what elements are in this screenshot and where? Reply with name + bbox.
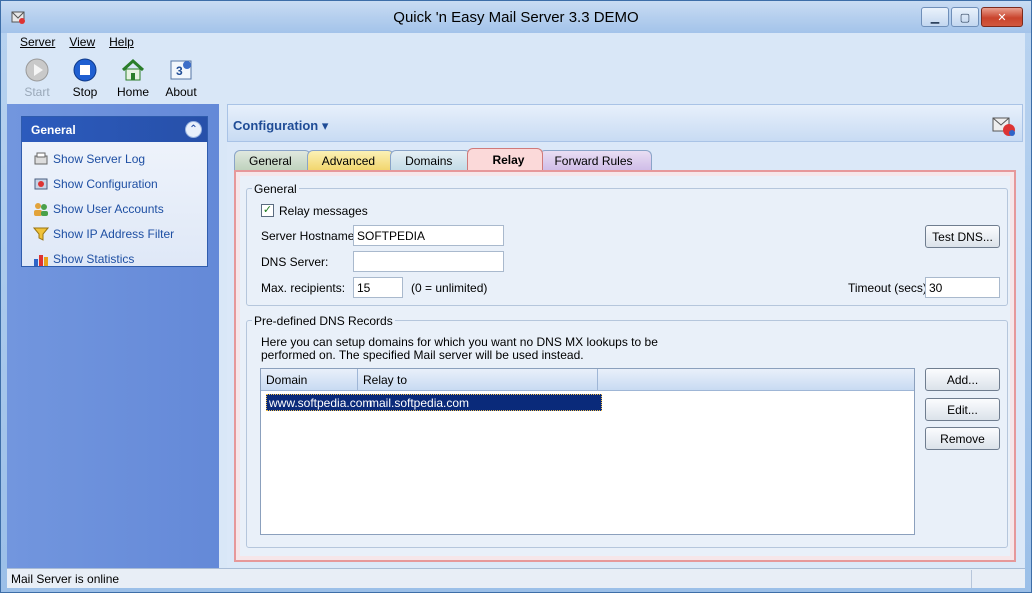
dns-records-group: Pre-defined DNS Records Here you can set… [246,314,1008,548]
window-title: Quick 'n Easy Mail Server 3.3 DEMO [393,9,639,26]
tab-domains[interactable]: Domains [390,150,472,170]
timeout-label: Timeout (secs): [848,281,931,295]
remove-button[interactable]: Remove [925,427,1000,450]
configuration-icon [34,178,48,189]
add-button[interactable]: Add... [925,368,1000,391]
about-icon: 3 [170,60,192,80]
relay-messages-label[interactable]: Relay messages [279,204,368,218]
tab-strip: General Advanced Domains Relay Forward R… [234,148,652,170]
title-bar[interactable]: Quick 'n Easy Mail Server 3.3 DEMO ▁ ▢ ✕ [1,1,1031,33]
general-panel-header[interactable]: General ⌃ [22,117,207,142]
menu-help[interactable]: Help [103,33,142,51]
stop-icon [73,58,97,82]
max-recipients-hint: (0 = unlimited) [411,281,488,295]
general-group: General ✓ Relay messages Server Hostname… [246,182,1008,306]
dns-description-line2: performed on. The specified Mail server … [261,348,584,362]
dns-server-input[interactable] [353,251,504,272]
log-icon [34,152,48,164]
status-bar: Mail Server is online [7,568,1025,588]
tab-advanced[interactable]: Advanced [306,150,395,170]
statistics-icon [34,254,48,266]
status-text: Mail Server is online [11,571,120,586]
nav-show-user-accounts[interactable]: Show User Accounts [22,196,207,221]
tab-relay[interactable]: Relay [467,148,544,170]
max-recipients-label: Max. recipients: [261,281,346,295]
menu-view[interactable]: View [63,33,103,51]
relay-tab-page: General ✓ Relay messages Server Hostname… [234,170,1016,562]
navigation-pane: General ⌃ Show Server Log Show Configura… [7,104,219,568]
tab-general[interactable]: General [234,150,311,170]
filter-icon [33,227,49,241]
test-dns-button[interactable]: Test DNS... [925,225,1000,248]
menu-server[interactable]: Server [14,33,63,51]
mail-server-icon [992,117,1015,136]
minimize-button[interactable]: ▁ [921,7,949,27]
server-hostname-input[interactable]: SOFTPEDIA [353,225,504,246]
client-area: Server View Help Start Stop Home 3 About… [7,33,1025,588]
status-bar-panel [971,569,1023,588]
about-button[interactable]: 3 About [159,53,203,103]
dns-description-line1: Here you can setup domains for which you… [261,335,658,349]
server-hostname-label: Server Hostname: [261,229,358,243]
play-icon [25,58,49,82]
configuration-header: Configuration ▾ [227,104,1023,142]
home-button[interactable]: Home [111,53,155,103]
nav-show-statistics[interactable]: Show Statistics [22,246,207,271]
nav-show-server-log[interactable]: Show Server Log [22,146,207,171]
row-domain: www.softpedia.com [269,395,373,410]
main-window: Quick 'n Easy Mail Server 3.3 DEMO ▁ ▢ ✕… [0,0,1032,593]
edit-button[interactable]: Edit... [925,398,1000,421]
table-row[interactable]: www.softpedia.com mail.softpedia.com [266,394,602,411]
timeout-input[interactable]: 30 [925,277,1000,298]
menu-bar: Server View Help [7,33,1025,51]
dns-server-label: DNS Server: [261,255,329,269]
svg-text:3: 3 [176,64,183,78]
max-recipients-input[interactable]: 15 [353,277,403,298]
dns-records-list[interactable]: Domain Relay to www.softpedia.com mail.s… [260,368,915,535]
row-relay-to: mail.softpedia.com [369,395,470,410]
configuration-pane: Configuration ▾ General Advanced Domains… [227,104,1025,568]
close-button[interactable]: ✕ [981,7,1023,27]
column-relay-to[interactable]: Relay to [358,369,598,391]
maximize-button[interactable]: ▢ [951,7,979,27]
nav-show-configuration[interactable]: Show Configuration [22,171,207,196]
home-icon [121,58,145,81]
start-button[interactable]: Start [15,53,59,103]
collapse-icon[interactable]: ⌃ [185,121,202,138]
stop-button[interactable]: Stop [63,53,107,103]
configuration-dropdown[interactable]: Configuration ▾ [233,118,328,134]
users-icon [34,202,48,216]
tab-forward-rules[interactable]: Forward Rules [539,150,652,170]
general-task-panel: General ⌃ Show Server Log Show Configura… [21,116,208,267]
column-domain[interactable]: Domain [261,369,358,391]
toolbar: Start Stop Home 3 About [7,53,1025,103]
nav-show-ip-address-filter[interactable]: Show IP Address Filter [22,221,207,246]
relay-messages-checkbox[interactable]: ✓ [261,204,274,217]
list-header: Domain Relay to [261,369,914,391]
